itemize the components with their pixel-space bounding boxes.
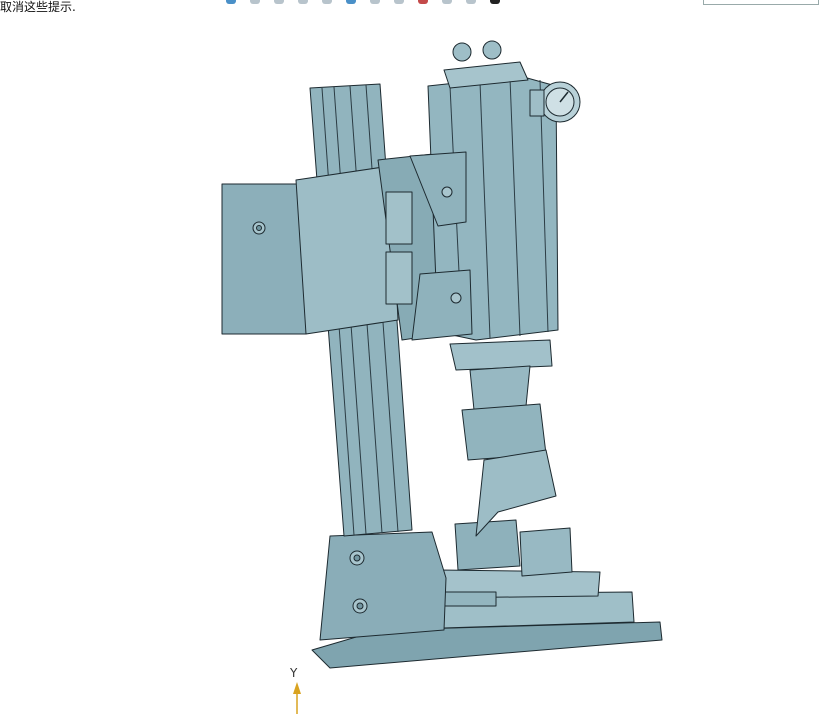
pedestal-bolt (353, 554, 361, 562)
gauge-stem (529, 89, 545, 117)
lift-eye (482, 40, 502, 60)
toolbar-icon[interactable] (490, 0, 500, 4)
toolbar-icon[interactable] (418, 0, 428, 4)
toolbar-icon[interactable] (394, 0, 404, 4)
toolbar-icon[interactable] (466, 0, 476, 4)
dismiss-hints-link[interactable]: 取消这些提示. (0, 0, 76, 15)
column-pedestal (319, 531, 447, 641)
toolbar-icon[interactable] (346, 0, 356, 4)
machine-model[interactable] (221, 40, 663, 669)
fixture-block (519, 527, 573, 577)
spindle-flange (449, 339, 553, 371)
mount-slot (385, 191, 413, 245)
toolbar-icon[interactable] (442, 0, 452, 4)
pedestal-bolt (356, 602, 364, 610)
3d-viewport[interactable] (0, 16, 833, 714)
toolbar-icon[interactable] (322, 0, 332, 4)
side-plate (221, 183, 307, 335)
axis-triad-icon[interactable] (293, 682, 301, 714)
work-holder (454, 519, 521, 571)
lower-bracket (411, 269, 473, 341)
spindle-neck (469, 365, 531, 411)
axis-y-label: Y (290, 666, 298, 680)
toolbar (226, 0, 666, 6)
toolbar-icon[interactable] (298, 0, 308, 4)
mount-slot (385, 251, 413, 305)
toolbar-icon[interactable] (226, 0, 236, 4)
search-input[interactable] (703, 0, 819, 5)
side-plate-bolt (256, 225, 262, 231)
lift-eye (452, 42, 472, 62)
toolbar-icon[interactable] (250, 0, 260, 4)
toolbar-icon[interactable] (274, 0, 284, 4)
toolbar-icon[interactable] (370, 0, 380, 4)
